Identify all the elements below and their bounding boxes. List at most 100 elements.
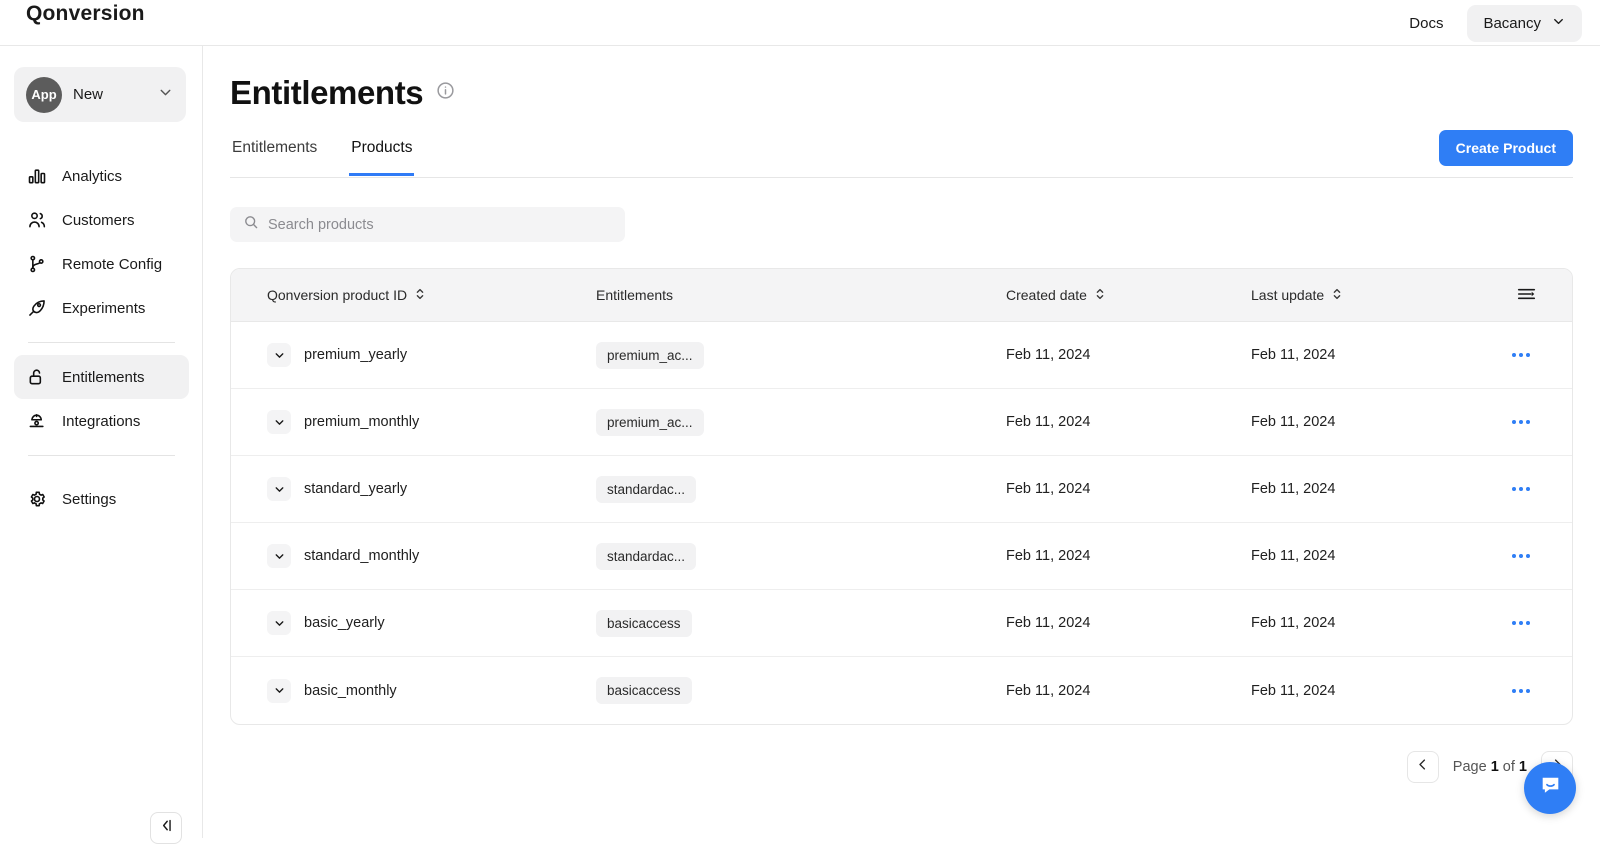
cell-actions bbox=[1496, 683, 1572, 699]
tab-products[interactable]: Products bbox=[349, 134, 415, 176]
sidebar-divider bbox=[28, 455, 175, 456]
previous-page-button[interactable] bbox=[1406, 751, 1439, 783]
table-row[interactable]: basic_yearly basicaccess Feb 11, 2024 Fe… bbox=[231, 590, 1572, 657]
entitlement-badge[interactable]: basicaccess bbox=[596, 609, 692, 637]
product-id-text: premium_yearly bbox=[304, 347, 408, 363]
column-header-last-update[interactable]: Last update bbox=[1251, 287, 1496, 304]
cell-entitlements: standardac... bbox=[596, 542, 1006, 570]
account-menu[interactable]: Bacancy bbox=[1467, 4, 1582, 42]
top-bar: Qonversion Docs Bacancy bbox=[0, 0, 1600, 46]
expand-row-button[interactable] bbox=[267, 477, 291, 501]
users-icon bbox=[26, 209, 48, 231]
unlock-icon bbox=[26, 366, 48, 388]
column-settings-icon bbox=[1517, 286, 1536, 305]
info-icon[interactable] bbox=[436, 81, 455, 105]
row-actions-button[interactable] bbox=[1506, 481, 1536, 497]
expand-row-button[interactable] bbox=[267, 544, 291, 568]
workspace-selector[interactable]: App New bbox=[14, 67, 186, 122]
column-label: Last update bbox=[1251, 287, 1325, 303]
intercom-chat-icon bbox=[1538, 773, 1563, 803]
main-content: Entitlements Entitlements Products Creat… bbox=[203, 46, 1600, 838]
search-input[interactable] bbox=[268, 216, 612, 233]
sidebar-item-remote-config[interactable]: Remote Config bbox=[14, 242, 189, 286]
sidebar-item-customers[interactable]: Customers bbox=[14, 198, 189, 242]
product-id-text: basic_yearly bbox=[304, 615, 385, 631]
expand-row-button[interactable] bbox=[267, 410, 291, 434]
search-box[interactable] bbox=[230, 207, 625, 242]
page-separator: of bbox=[1502, 759, 1515, 775]
sidebar-item-entitlements[interactable]: Entitlements bbox=[14, 355, 189, 399]
page-indicator: Page 1 of 1 bbox=[1453, 759, 1527, 775]
sidebar-divider bbox=[28, 342, 175, 343]
gear-icon bbox=[26, 488, 48, 510]
workspace-name: New bbox=[73, 86, 104, 103]
row-actions-button[interactable] bbox=[1506, 414, 1536, 430]
create-product-button[interactable]: Create Product bbox=[1438, 130, 1573, 166]
cell-actions bbox=[1496, 414, 1572, 430]
collapse-sidebar-button[interactable] bbox=[150, 812, 182, 844]
cell-created-date: Feb 11, 2024 bbox=[1006, 481, 1091, 497]
cell-created-date: Feb 11, 2024 bbox=[1006, 682, 1091, 699]
product-id-text: premium_monthly bbox=[304, 414, 420, 430]
sidebar-item-label: Analytics bbox=[62, 167, 123, 185]
table-row[interactable]: premium_monthly premium_ac... Feb 11, 20… bbox=[231, 389, 1572, 456]
entitlement-badge[interactable]: standardac... bbox=[596, 542, 697, 570]
chevron-down-icon bbox=[157, 84, 174, 106]
column-header-created-date[interactable]: Created date bbox=[1006, 287, 1251, 304]
sort-icon bbox=[414, 287, 426, 304]
brand-logo: Qonversion bbox=[26, 2, 145, 25]
sort-icon bbox=[1094, 287, 1106, 304]
cell-product-id: standard_monthly bbox=[231, 544, 596, 568]
bar-chart-icon bbox=[26, 165, 48, 187]
intercom-chat-launcher[interactable] bbox=[1524, 762, 1576, 814]
sidebar-item-experiments[interactable]: Experiments bbox=[14, 286, 189, 330]
table-row[interactable]: basic_monthly basicaccess Feb 11, 2024 F… bbox=[231, 657, 1572, 724]
cell-last-update: Feb 11, 2024 bbox=[1251, 682, 1336, 699]
column-label: Created date bbox=[1006, 287, 1087, 303]
table-row[interactable]: standard_yearly standardac... Feb 11, 20… bbox=[231, 456, 1572, 523]
sidebar: App New Analytics Customers Remote Confi… bbox=[0, 46, 203, 844]
tab-entitlements[interactable]: Entitlements bbox=[230, 134, 319, 176]
workspace-avatar: App bbox=[26, 76, 62, 113]
sidebar-item-label: Customers bbox=[62, 211, 135, 229]
sidebar-item-integrations[interactable]: Integrations bbox=[14, 399, 189, 443]
cell-created-date: Feb 11, 2024 bbox=[1006, 548, 1091, 564]
entitlement-badge[interactable]: premium_ac... bbox=[596, 341, 704, 369]
expand-row-button[interactable] bbox=[267, 678, 291, 703]
column-label: Qonversion product ID bbox=[267, 287, 408, 303]
sidebar-item-settings[interactable]: Settings bbox=[14, 477, 189, 521]
products-table: Qonversion product ID Entitlements Creat… bbox=[230, 268, 1573, 725]
row-actions-button[interactable] bbox=[1506, 683, 1536, 699]
column-header-product-id[interactable]: Qonversion product ID bbox=[231, 287, 596, 304]
row-actions-button[interactable] bbox=[1506, 548, 1536, 564]
row-actions-button[interactable] bbox=[1506, 347, 1536, 363]
collapse-sidebar-icon bbox=[158, 817, 175, 839]
table-header-row: Qonversion product ID Entitlements Creat… bbox=[231, 269, 1572, 322]
sidebar-item-analytics[interactable]: Analytics bbox=[14, 154, 189, 198]
entitlement-badge[interactable]: premium_ac... bbox=[596, 408, 704, 436]
cell-product-id: standard_yearly bbox=[231, 477, 596, 501]
cell-product-id: premium_yearly bbox=[231, 343, 596, 367]
cell-actions bbox=[1496, 548, 1572, 564]
column-settings-button[interactable] bbox=[1496, 286, 1572, 305]
table-row[interactable]: standard_monthly standardac... Feb 11, 2… bbox=[231, 523, 1572, 590]
cell-entitlements: basicaccess bbox=[596, 609, 1006, 637]
page-prefix: Page bbox=[1452, 759, 1487, 775]
entitlement-badge[interactable]: basicaccess bbox=[596, 677, 692, 704]
entitlement-badge[interactable]: standardac... bbox=[596, 475, 697, 503]
docs-link[interactable]: Docs bbox=[1395, 7, 1457, 40]
expand-row-button[interactable] bbox=[267, 611, 291, 635]
product-id-text: standard_yearly bbox=[304, 481, 408, 497]
cell-entitlements: basicaccess bbox=[596, 677, 1006, 704]
table-row[interactable]: premium_yearly premium_ac... Feb 11, 202… bbox=[231, 322, 1572, 389]
cell-last-update: Feb 11, 2024 bbox=[1251, 347, 1336, 363]
page-header: Entitlements bbox=[230, 74, 455, 112]
sidebar-item-label: Integrations bbox=[62, 412, 141, 430]
row-actions-button[interactable] bbox=[1506, 615, 1536, 631]
cell-last-update: Feb 11, 2024 bbox=[1251, 615, 1336, 631]
current-page: 1 bbox=[1490, 759, 1499, 775]
cell-entitlements: standardac... bbox=[596, 475, 1006, 503]
search-icon bbox=[243, 214, 259, 235]
expand-row-button[interactable] bbox=[267, 343, 291, 367]
cell-actions bbox=[1496, 615, 1572, 631]
